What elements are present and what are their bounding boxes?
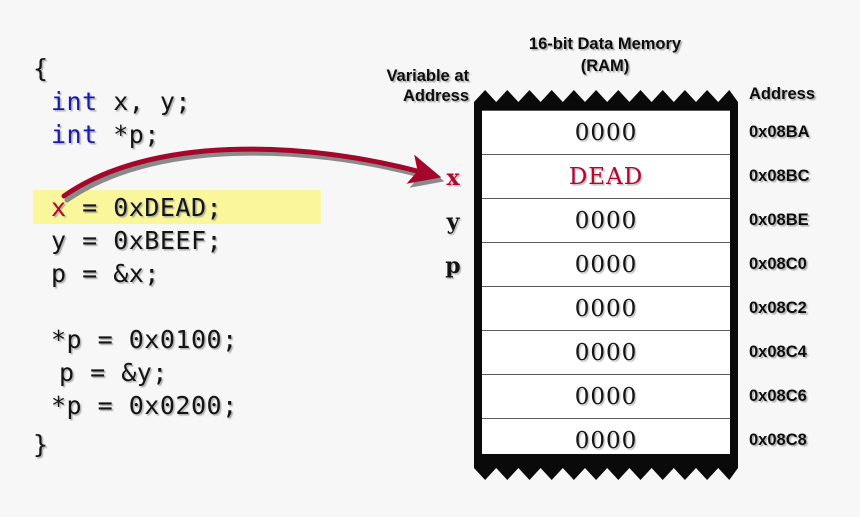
- variable-label-y: y: [446, 209, 460, 235]
- memory-box-right-wall: [730, 108, 738, 462]
- address-label: 0x08C4: [749, 343, 807, 361]
- torn-edge-bottom-icon: [474, 454, 738, 480]
- code-token-deref-0100: *p = 0x0100;: [51, 325, 238, 354]
- code-token-assign-dead: = 0xDEAD;: [66, 193, 223, 222]
- memory-cell-value: 0000: [574, 119, 638, 146]
- address-label: 0x08C6: [749, 387, 807, 405]
- memory-cell: 0000: [482, 243, 730, 287]
- memory-cell: 0000: [482, 331, 730, 375]
- memory-cell-value: 0000: [574, 295, 638, 322]
- variable-at-address-header: Variable at Address: [354, 66, 469, 106]
- code-line-5: y = 0xBEEF;: [51, 224, 222, 257]
- memory-cell-list: 0000 DEAD 0000 0000 0000 0000 0000 0000: [482, 110, 730, 462]
- code-token-p-addr-x: p = &x;: [51, 259, 160, 288]
- variable-at-address-line2: Address: [402, 87, 469, 105]
- address-column-header: Address: [749, 85, 816, 103]
- code-line-10: *p = 0x0200;: [51, 389, 238, 422]
- code-line-9: p = &y;: [59, 356, 168, 389]
- memory-cell-value: 0000: [574, 251, 638, 278]
- code-line-8: *p = 0x0100;: [51, 323, 238, 356]
- diagram-canvas: { int x, y; int *p; x = 0xDEAD; y = 0xBE…: [0, 0, 860, 517]
- code-token-p-addr-y: p = &y;: [59, 358, 168, 387]
- code-token-brace-open: {: [33, 54, 49, 83]
- address-label: 0x08BE: [749, 211, 809, 229]
- code-token-brace-close: }: [33, 430, 49, 459]
- memory-cell: DEAD: [482, 155, 730, 199]
- memory-title: 16-bit Data Memory (RAM): [475, 33, 735, 77]
- memory-box-left-wall: [474, 108, 482, 462]
- code-token-keyword-int: int: [51, 87, 98, 116]
- memory-cell-value: 0000: [574, 428, 638, 454]
- memory-cell-value: 0000: [574, 383, 638, 410]
- code-panel: { int x, y; int *p; x = 0xDEAD; y = 0xBE…: [0, 0, 360, 517]
- memory-cell: 0000: [482, 287, 730, 331]
- code-token-deref-0200: *p = 0x0200;: [51, 391, 238, 420]
- memory-cell-value: DEAD: [568, 163, 644, 190]
- code-line-6: p = &x;: [51, 257, 160, 290]
- code-line-4-highlighted: x = 0xDEAD;: [51, 191, 222, 224]
- variable-label-x: x: [446, 165, 460, 191]
- memory-cell: 0000: [482, 111, 730, 155]
- code-line-1: int x, y;: [51, 85, 191, 118]
- variable-label-p: p: [445, 253, 461, 279]
- address-label: 0x08C0: [749, 255, 807, 273]
- code-token-var-x: x: [51, 193, 67, 222]
- memory-cell: 0000: [482, 199, 730, 243]
- code-line-2: int *p;: [51, 118, 160, 151]
- memory-title-line1: 16-bit Data Memory: [528, 35, 682, 53]
- variable-at-address-line1: Variable at: [386, 67, 469, 85]
- address-label: 0x08C8: [749, 431, 807, 449]
- memory-title-line2: (RAM): [580, 57, 630, 75]
- address-label: 0x08C2: [749, 299, 807, 317]
- code-token-keyword-int-2: int: [51, 120, 98, 149]
- code-token-decl-xy: x, y;: [97, 87, 191, 116]
- memory-cell: 0000: [482, 375, 730, 419]
- memory-box: 0000 DEAD 0000 0000 0000 0000 0000 0000: [472, 90, 740, 480]
- code-line-0: {: [33, 52, 49, 85]
- address-label: 0x08BC: [749, 167, 810, 185]
- code-token-assign-beef: y = 0xBEEF;: [51, 226, 223, 255]
- memory-cell-value: 0000: [574, 339, 638, 366]
- memory-cell-value: 0000: [574, 207, 638, 234]
- code-token-decl-p: *p;: [97, 120, 160, 149]
- address-label: 0x08BA: [749, 123, 810, 141]
- code-line-11: }: [33, 428, 49, 461]
